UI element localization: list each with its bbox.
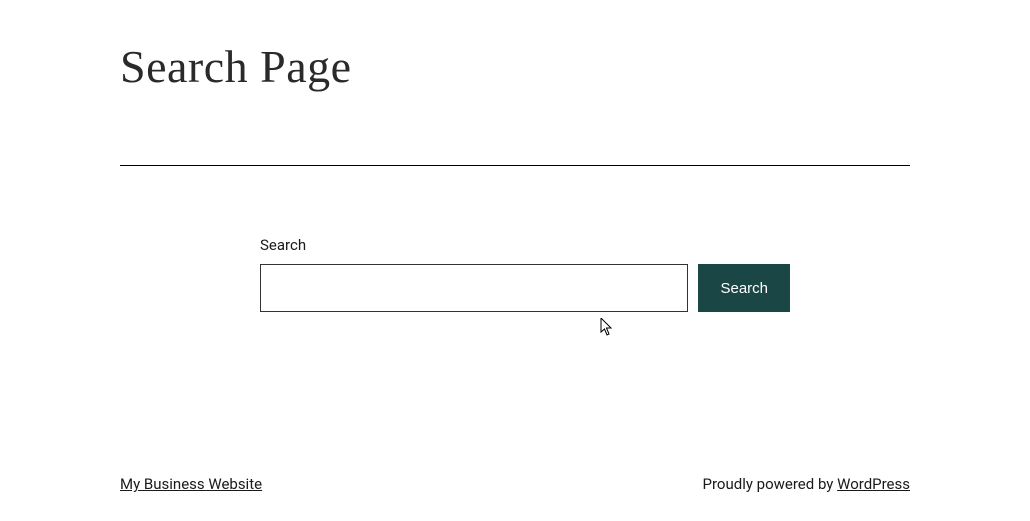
- site-link[interactable]: My Business Website: [120, 475, 262, 493]
- search-section: Search Search: [260, 236, 790, 312]
- page-title: Search Page: [120, 0, 910, 93]
- search-label: Search: [260, 236, 790, 254]
- divider: [120, 165, 910, 166]
- footer-powered: Proudly powered by WordPress: [703, 475, 910, 493]
- cursor-icon: [600, 318, 614, 336]
- search-row: Search: [260, 264, 790, 312]
- search-input[interactable]: [260, 264, 688, 312]
- powered-prefix: Proudly powered by: [703, 475, 838, 493]
- wordpress-link[interactable]: WordPress: [837, 475, 910, 493]
- search-button[interactable]: Search: [698, 264, 790, 312]
- footer: My Business Website Proudly powered by W…: [0, 475, 1030, 493]
